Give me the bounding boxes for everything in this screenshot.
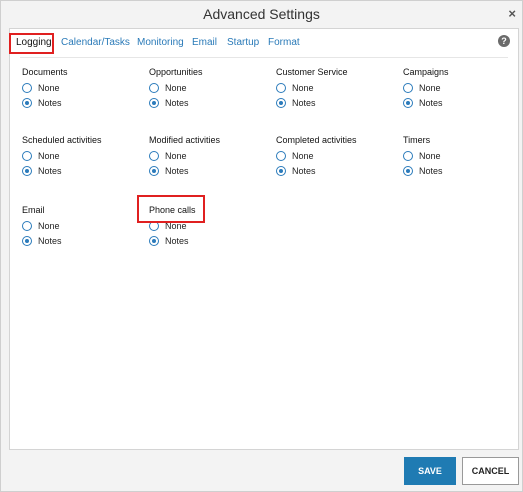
radio-option-none[interactable]: None: [276, 148, 357, 163]
radio-button[interactable]: [149, 97, 159, 108]
radio-button[interactable]: [22, 82, 32, 93]
advanced-settings-dialog: Advanced Settings × Logging Calendar/Tas…: [0, 0, 523, 492]
radio-label: None: [38, 82, 60, 93]
radio-option-none[interactable]: None: [403, 80, 449, 95]
radio-label: Notes: [165, 97, 189, 108]
option-group-customer-service: Customer Service None Notes: [276, 67, 348, 110]
radio-button[interactable]: [149, 82, 159, 93]
radio-option-none[interactable]: None: [22, 80, 68, 95]
cancel-button[interactable]: CANCEL: [462, 457, 519, 485]
tab-divider: [20, 57, 508, 58]
radio-option-notes[interactable]: Notes: [22, 233, 62, 248]
radio-label: None: [292, 150, 314, 161]
radio-label: None: [419, 150, 441, 161]
tab-startup[interactable]: Startup: [227, 37, 259, 48]
radio-option-none[interactable]: None: [149, 80, 203, 95]
option-group-label: Customer Service: [276, 67, 348, 77]
option-group-label: Completed activities: [276, 135, 357, 145]
radio-option-none[interactable]: None: [403, 148, 443, 163]
radio-option-notes[interactable]: Notes: [403, 163, 443, 178]
radio-label: Notes: [419, 165, 443, 176]
save-button[interactable]: SAVE: [404, 457, 456, 485]
radio-button[interactable]: [149, 235, 159, 246]
radio-label: Notes: [419, 97, 443, 108]
radio-button[interactable]: [149, 150, 159, 161]
settings-panel: Logging Calendar/Tasks Monitoring Email …: [9, 28, 519, 450]
radio-button[interactable]: [22, 235, 32, 246]
radio-button[interactable]: [22, 97, 32, 108]
radio-button[interactable]: [276, 165, 286, 176]
option-group-label: Scheduled activities: [22, 135, 102, 145]
tab-calendar-tasks[interactable]: Calendar/Tasks: [61, 37, 130, 48]
radio-button[interactable]: [149, 165, 159, 176]
radio-label: None: [165, 82, 187, 93]
option-group-completed-activities: Completed activities None Notes: [276, 135, 357, 178]
radio-option-none[interactable]: None: [22, 148, 102, 163]
option-group-label: Modified activities: [149, 135, 221, 145]
option-group-documents: Documents None Notes: [22, 67, 68, 110]
radio-label: Notes: [38, 165, 62, 176]
radio-option-none[interactable]: None: [276, 80, 348, 95]
radio-button[interactable]: [403, 165, 413, 176]
tab-format[interactable]: Format: [268, 37, 300, 48]
option-group-label: Documents: [22, 67, 68, 77]
option-group-label: Email: [22, 205, 45, 215]
radio-button[interactable]: [276, 82, 286, 93]
radio-label: Notes: [165, 165, 189, 176]
radio-button[interactable]: [276, 150, 286, 161]
radio-label: None: [419, 82, 441, 93]
radio-label: None: [292, 82, 314, 93]
option-group-label: Timers: [403, 135, 431, 145]
radio-option-none[interactable]: None: [22, 218, 62, 233]
option-group-scheduled-activities: Scheduled activities None Notes: [22, 135, 102, 178]
radio-label: None: [38, 150, 60, 161]
radio-button[interactable]: [403, 82, 413, 93]
radio-option-notes[interactable]: Notes: [149, 233, 196, 248]
radio-option-notes[interactable]: Notes: [276, 163, 357, 178]
radio-label: None: [38, 220, 60, 231]
radio-option-notes[interactable]: Notes: [276, 95, 348, 110]
radio-option-notes[interactable]: Notes: [22, 163, 102, 178]
radio-label: Notes: [292, 165, 316, 176]
option-group-email: Email None Notes: [22, 205, 62, 248]
radio-label: Notes: [38, 97, 62, 108]
tab-monitoring[interactable]: Monitoring: [137, 37, 184, 48]
radio-option-notes[interactable]: Notes: [149, 95, 203, 110]
radio-option-notes[interactable]: Notes: [149, 163, 220, 178]
option-group-campaigns: Campaigns None Notes: [403, 67, 449, 110]
radio-option-none[interactable]: None: [149, 148, 220, 163]
radio-button[interactable]: [403, 150, 413, 161]
radio-label: None: [165, 150, 187, 161]
radio-button[interactable]: [22, 165, 32, 176]
tab-email[interactable]: Email: [192, 37, 217, 48]
phone-calls-highlight-box: [137, 195, 205, 223]
dialog-title: Advanced Settings: [203, 6, 320, 22]
option-group-opportunities: Opportunities None Notes: [149, 67, 203, 110]
option-group-label: Campaigns: [403, 67, 449, 77]
help-icon[interactable]: ?: [498, 35, 510, 47]
radio-option-notes[interactable]: Notes: [22, 95, 68, 110]
radio-button[interactable]: [403, 97, 413, 108]
logging-highlight-box: [9, 33, 54, 54]
radio-button[interactable]: [22, 150, 32, 161]
option-group-label: Opportunities: [149, 67, 203, 77]
tab-bar: Logging Calendar/Tasks Monitoring Email …: [10, 29, 518, 55]
close-icon[interactable]: ×: [508, 6, 516, 21]
radio-button[interactable]: [22, 220, 32, 231]
radio-label: Notes: [292, 97, 316, 108]
radio-label: Notes: [165, 235, 189, 246]
option-group-timers: Timers None Notes: [403, 135, 443, 178]
radio-button[interactable]: [276, 97, 286, 108]
radio-option-notes[interactable]: Notes: [403, 95, 449, 110]
radio-label: Notes: [38, 235, 62, 246]
option-group-modified-activities: Modified activities None Notes: [149, 135, 220, 178]
